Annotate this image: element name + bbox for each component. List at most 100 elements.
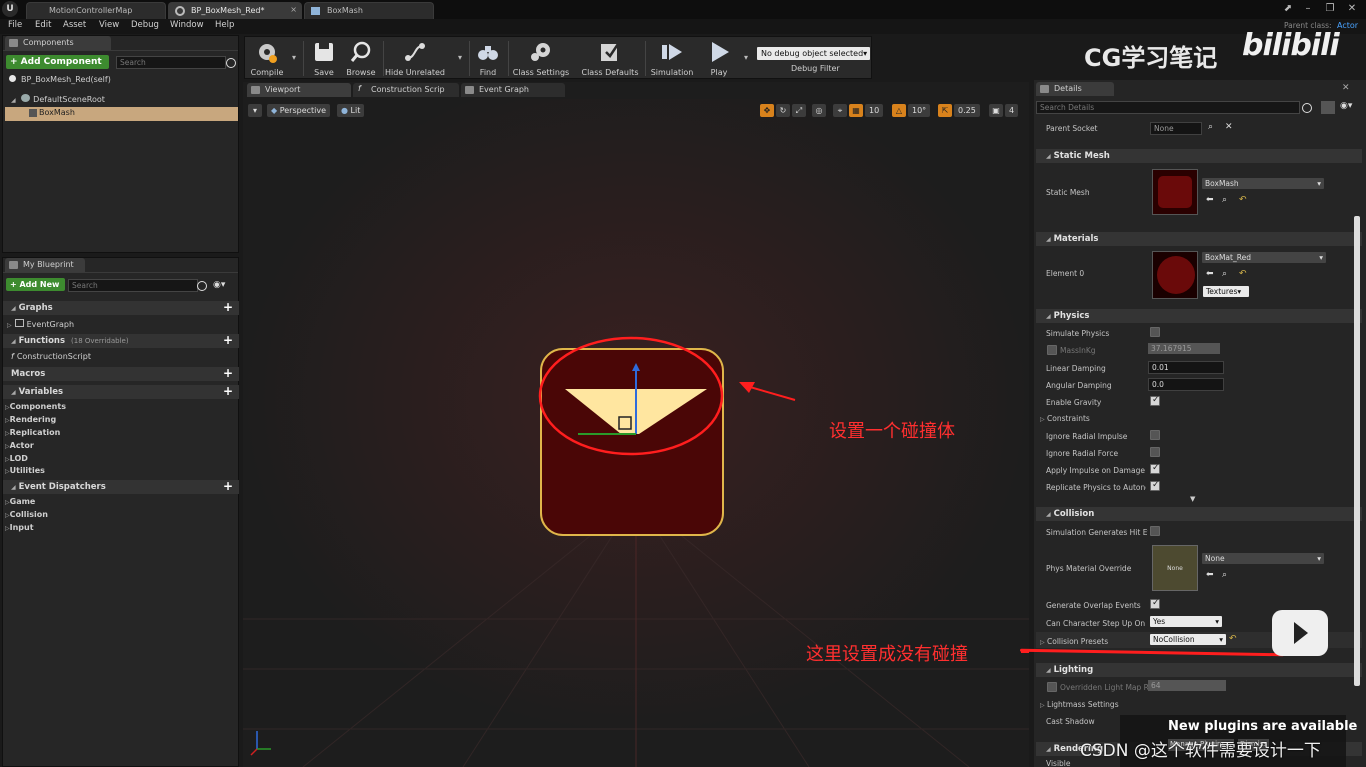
section-variables[interactable]: ◢ Variables + [3, 385, 239, 399]
search-icon[interactable] [197, 281, 207, 291]
expand-arrow-icon[interactable]: ◢ [11, 97, 16, 104]
tab-construction-script[interactable]: f Construction Scrip [353, 83, 459, 97]
rotation-snap-icon[interactable]: △ [892, 104, 906, 117]
tab-viewport[interactable]: Viewport [247, 83, 351, 97]
simulate-physics-checkbox[interactable] [1150, 327, 1160, 337]
browse-search-icon[interactable]: ⌕ [1222, 570, 1227, 580]
scale-snap-value[interactable]: 0.25 [954, 104, 980, 117]
static-mesh-select[interactable]: BoxMash ▾ [1202, 178, 1324, 189]
lightmass-settings-row[interactable]: ▷ Lightmass Settings [1040, 700, 1119, 709]
parent-socket-field[interactable]: None [1150, 122, 1202, 135]
use-selected-arrow-icon[interactable]: ⬅ [1206, 570, 1214, 580]
variable-category-components[interactable]: ▷Components [5, 402, 66, 411]
property-matrix-icon[interactable] [1321, 101, 1335, 114]
surface-snap-icon[interactable]: ⌖ [833, 104, 847, 117]
dispatcher-category-input[interactable]: ▷Input [5, 523, 34, 532]
section-materials[interactable]: ◢ Materials [1036, 232, 1362, 246]
add-function-icon[interactable]: + [223, 334, 233, 346]
browse-search-icon[interactable]: ⌕ [1222, 269, 1227, 279]
rotate-mode-icon[interactable]: ↻ [776, 104, 790, 117]
tab-bp-boxmesh-red[interactable]: BP_BoxMesh_Red* × [168, 2, 302, 19]
details-search-input[interactable]: Search Details [1036, 101, 1300, 114]
viewport[interactable]: ▾ ◆ Perspective ● Lit ✥ ↻ ⤢ ◎ ⌖ ▦ 10 △ 1… [243, 99, 1029, 767]
static-mesh-thumbnail[interactable] [1152, 169, 1198, 215]
menu-debug[interactable]: Debug [131, 20, 159, 30]
menu-edit[interactable]: Edit [35, 20, 51, 30]
tab-event-graph[interactable]: Event Graph [461, 83, 565, 97]
section-lighting[interactable]: ◢ Lighting [1036, 663, 1362, 677]
use-selected-arrow-icon[interactable]: ⬅ [1206, 195, 1214, 205]
material-thumbnail[interactable] [1152, 251, 1198, 299]
ignore-radial-force-checkbox[interactable] [1150, 447, 1160, 457]
add-variable-icon[interactable]: + [223, 385, 233, 397]
add-macro-icon[interactable]: + [223, 367, 233, 379]
mass-override-checkbox[interactable] [1047, 345, 1057, 355]
class-settings-button[interactable]: Class Settings [511, 37, 571, 80]
section-macros[interactable]: Macros + [3, 367, 239, 381]
collision-presets-label[interactable]: ▷ Collision Presets [1040, 637, 1108, 646]
compile-options-chevron-icon[interactable]: ▾ [289, 37, 299, 80]
variable-category-replication[interactable]: ▷Replication [5, 428, 60, 437]
grid-snap-icon[interactable]: ▦ [849, 104, 863, 117]
variable-category-lod[interactable]: ▷LOD [5, 454, 28, 463]
light-map-override-checkbox[interactable] [1047, 682, 1057, 692]
add-graph-icon[interactable]: + [223, 301, 233, 313]
enable-gravity-checkbox[interactable] [1150, 395, 1160, 406]
tab-details[interactable]: Details [1036, 82, 1114, 96]
hide-unrelated-button[interactable]: Hide Unrelated [385, 37, 445, 80]
textures-button[interactable]: Textures▾ [1203, 286, 1249, 297]
grid-snap-value[interactable]: 10 [865, 104, 884, 117]
scale-mode-icon[interactable]: ⤢ [792, 104, 806, 117]
dispatcher-category-game[interactable]: ▷Game [5, 497, 35, 506]
notification-icon[interactable]: ⬈ [1282, 3, 1294, 15]
linear-damping-field[interactable]: 0.01 [1148, 361, 1224, 374]
dispatcher-category-collision[interactable]: ▷Collision [5, 510, 48, 519]
replicate-physics-checkbox[interactable] [1150, 480, 1160, 491]
collision-presets-select[interactable]: NoCollision ▾ [1150, 634, 1226, 645]
close-icon[interactable]: × [290, 5, 297, 14]
components-search-input[interactable]: Search [116, 56, 226, 69]
browse-button[interactable]: Browse [343, 37, 379, 80]
lit-button[interactable]: ● Lit [337, 104, 365, 117]
tab-motion-controller-map[interactable]: MotionControllerMap [26, 2, 166, 19]
details-scrollbar[interactable] [1354, 216, 1360, 686]
world-local-icon[interactable]: ◎ [812, 104, 826, 117]
advanced-expand-chevron-icon[interactable]: ▼ [1190, 495, 1195, 503]
list-item-self[interactable]: BP_BoxMesh_Red(self) [9, 75, 111, 84]
perspective-button[interactable]: ◆ Perspective [267, 104, 331, 117]
list-item-event-graph[interactable]: ▷ EventGraph [7, 319, 74, 329]
menu-asset[interactable]: Asset [63, 20, 86, 30]
section-functions[interactable]: ◢ Functions (18 Overridable) + [3, 334, 239, 348]
simulation-button[interactable]: Simulation [649, 37, 695, 80]
section-collision[interactable]: ◢ Collision [1036, 507, 1362, 521]
scale-snap-icon[interactable]: ⇱ [938, 104, 952, 117]
reset-to-default-icon[interactable]: ↶ [1239, 195, 1247, 205]
section-event-dispatchers[interactable]: ◢ Event Dispatchers + [3, 480, 239, 494]
apply-impulse-checkbox[interactable] [1150, 463, 1160, 474]
find-button[interactable]: Find [473, 37, 503, 80]
tab-boxmash[interactable]: BoxMash [304, 2, 434, 19]
play-options-chevron-icon[interactable]: ▾ [741, 37, 751, 80]
angular-damping-field[interactable]: 0.0 [1148, 378, 1224, 391]
visibility-eye-icon[interactable]: ◉▾ [1340, 101, 1352, 111]
search-icon[interactable]: ⌕ [1208, 122, 1213, 132]
tab-my-blueprint[interactable]: My Blueprint [5, 258, 85, 272]
variable-category-utilities[interactable]: ▷Utilities [5, 466, 45, 475]
visibility-eye-icon[interactable]: ◉▾ [213, 280, 225, 290]
add-new-button[interactable]: + Add New [6, 278, 65, 291]
sim-hit-events-checkbox[interactable] [1150, 526, 1160, 536]
minimize-icon[interactable]: – [1302, 3, 1314, 15]
reset-to-default-icon[interactable]: ↶ [1239, 269, 1247, 279]
ignore-radial-impulse-checkbox[interactable] [1150, 430, 1160, 440]
save-button[interactable]: Save [307, 37, 341, 80]
menu-view[interactable]: View [99, 20, 119, 30]
step-up-select[interactable]: Yes ▾ [1150, 616, 1222, 627]
camera-speed-icon[interactable]: ▣ [989, 104, 1003, 117]
viewport-options-chevron-icon[interactable]: ▾ [248, 104, 262, 117]
close-window-icon[interactable]: ✕ [1346, 3, 1358, 15]
add-dispatcher-icon[interactable]: + [223, 480, 233, 492]
phys-material-thumbnail[interactable]: None [1152, 545, 1198, 591]
restore-icon[interactable]: ❐ [1324, 3, 1336, 15]
section-graphs[interactable]: ◢ Graphs + [3, 301, 239, 315]
rotation-snap-value[interactable]: 10° [908, 104, 931, 117]
